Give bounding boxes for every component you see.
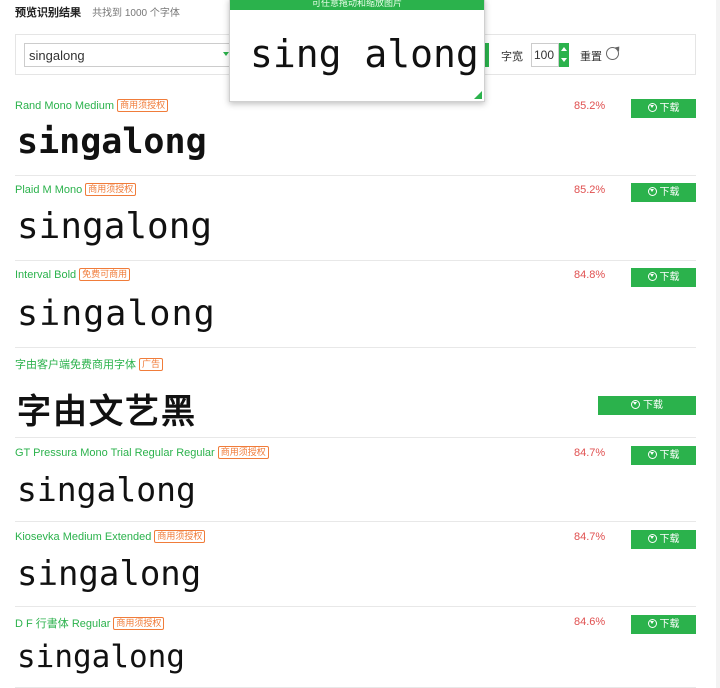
font-name-link[interactable]: Interval Bold 免费可商用 bbox=[15, 268, 131, 281]
font-name-link[interactable]: Plaid M Mono 商用须授权 bbox=[15, 183, 137, 196]
font-sample: singalong bbox=[17, 294, 216, 334]
ad-font-sample: 字由文艺黑 bbox=[17, 392, 197, 432]
font-name[interactable]: Plaid M Mono bbox=[15, 184, 82, 196]
download-button[interactable]: 下载 bbox=[631, 615, 696, 634]
stepper-up-icon[interactable] bbox=[561, 47, 567, 51]
result-row: Interval Bold 免费可商用 84.8% 下载 singalong bbox=[15, 268, 696, 348]
resize-handle-icon[interactable] bbox=[474, 91, 482, 99]
font-recognition-page: 预览识别结果 共找到 1000 个字体 字宽 重置 可任意拖动和缩放图片 sin… bbox=[0, 0, 720, 688]
license-tag: 商用须授权 bbox=[154, 530, 206, 543]
font-name[interactable]: Interval Bold bbox=[15, 269, 76, 281]
download-button[interactable]: 下载 bbox=[631, 446, 696, 465]
cloud-download-icon bbox=[647, 187, 657, 196]
results-header: 预览识别结果 共找到 1000 个字体 bbox=[15, 4, 180, 20]
match-score: 84.6% bbox=[574, 616, 606, 628]
license-tag: 免费可商用 bbox=[79, 268, 131, 281]
font-sample: singalong bbox=[17, 639, 185, 675]
match-score: 84.8% bbox=[574, 269, 606, 281]
download-label: 下载 bbox=[659, 272, 680, 283]
license-tag: 商用须授权 bbox=[217, 446, 269, 459]
download-label: 下载 bbox=[659, 534, 680, 545]
font-sample: singalong bbox=[17, 122, 207, 162]
license-tag: 商用须授权 bbox=[117, 99, 169, 112]
cloud-download-icon bbox=[647, 450, 657, 459]
cloud-download-icon bbox=[631, 400, 640, 409]
preview-text-input[interactable] bbox=[24, 43, 246, 67]
download-button[interactable]: 下载 bbox=[631, 268, 696, 287]
download-button[interactable]: 下载 bbox=[631, 183, 696, 202]
match-score: 85.2% bbox=[574, 100, 606, 112]
font-name-link[interactable]: GT Pressura Mono Trial Regular Regular 商用… bbox=[15, 446, 269, 459]
font-name[interactable]: Rand Mono Medium bbox=[15, 100, 114, 112]
ad-name-link[interactable]: 字由客户端免费商用字体 广告 bbox=[15, 356, 164, 372]
cloud-download-icon bbox=[647, 534, 657, 543]
font-sample: singalong bbox=[17, 206, 213, 247]
font-name[interactable]: GT Pressura Mono Trial Regular Regular bbox=[15, 447, 215, 459]
results-title: 预览识别结果 bbox=[15, 7, 81, 19]
match-score: 85.2% bbox=[574, 184, 606, 196]
font-name[interactable]: Kiosevka Medium Extended bbox=[15, 531, 151, 543]
cloud-download-icon bbox=[647, 619, 657, 628]
download-label: 下载 bbox=[659, 187, 680, 198]
width-stepper[interactable] bbox=[559, 43, 569, 67]
result-row: Rand Mono Medium 商用须授权 85.2% 下载 singalong bbox=[15, 99, 696, 176]
font-name[interactable]: D F 行書体 Regular bbox=[15, 618, 110, 630]
cloud-download-icon bbox=[647, 103, 657, 112]
result-row: GT Pressura Mono Trial Regular Regular 商用… bbox=[15, 446, 696, 522]
download-button[interactable]: 下载 bbox=[598, 396, 696, 415]
font-sample: singalong bbox=[17, 554, 202, 594]
preview-hint: 可任意拖动和缩放图片 bbox=[230, 0, 484, 10]
download-label: 下载 bbox=[659, 450, 680, 461]
font-name-link[interactable]: Kiosevka Medium Extended 商用须授权 bbox=[15, 530, 206, 543]
font-name-link[interactable]: Rand Mono Medium 商用须授权 bbox=[15, 99, 169, 112]
preview-image-text: sing along bbox=[250, 32, 479, 76]
download-button[interactable]: 下载 bbox=[631, 99, 696, 118]
stepper-down-icon[interactable] bbox=[561, 58, 567, 62]
ad-row: 字由客户端免费商用字体 广告 下载 字由文艺黑 bbox=[15, 356, 696, 438]
result-row: D F 行書体 Regular 商用须授权 84.6% 下载 singalong bbox=[15, 615, 696, 688]
download-label: 下载 bbox=[659, 619, 680, 630]
download-label: 下载 bbox=[643, 400, 663, 411]
results-count: 共找到 1000 个字体 bbox=[92, 8, 180, 19]
reset-button[interactable]: 重置 bbox=[580, 48, 602, 64]
match-score: 84.7% bbox=[574, 447, 606, 459]
cloud-download-icon bbox=[647, 272, 657, 281]
license-tag: 商用须授权 bbox=[113, 617, 165, 630]
font-sample: singalong bbox=[17, 470, 196, 509]
download-button[interactable]: 下载 bbox=[631, 530, 696, 549]
image-preview-popup[interactable]: 可任意拖动和缩放图片 sing along bbox=[229, 0, 485, 102]
result-row: Plaid M Mono 商用须授权 85.2% 下载 singalong bbox=[15, 183, 696, 261]
ad-tag: 广告 bbox=[139, 358, 164, 371]
license-tag: 商用须授权 bbox=[85, 183, 137, 196]
ad-name[interactable]: 字由客户端免费商用字体 bbox=[15, 359, 136, 371]
width-input[interactable] bbox=[531, 43, 559, 67]
font-name-link[interactable]: D F 行書体 Regular 商用须授权 bbox=[15, 615, 165, 631]
scrollbar[interactable] bbox=[716, 0, 720, 688]
width-label: 字宽 bbox=[501, 51, 523, 63]
download-label: 下载 bbox=[659, 103, 680, 114]
reset-icon[interactable] bbox=[606, 47, 619, 60]
match-score: 84.7% bbox=[574, 531, 606, 543]
result-row: Kiosevka Medium Extended 商用须授权 84.7% 下载 s… bbox=[15, 530, 696, 607]
